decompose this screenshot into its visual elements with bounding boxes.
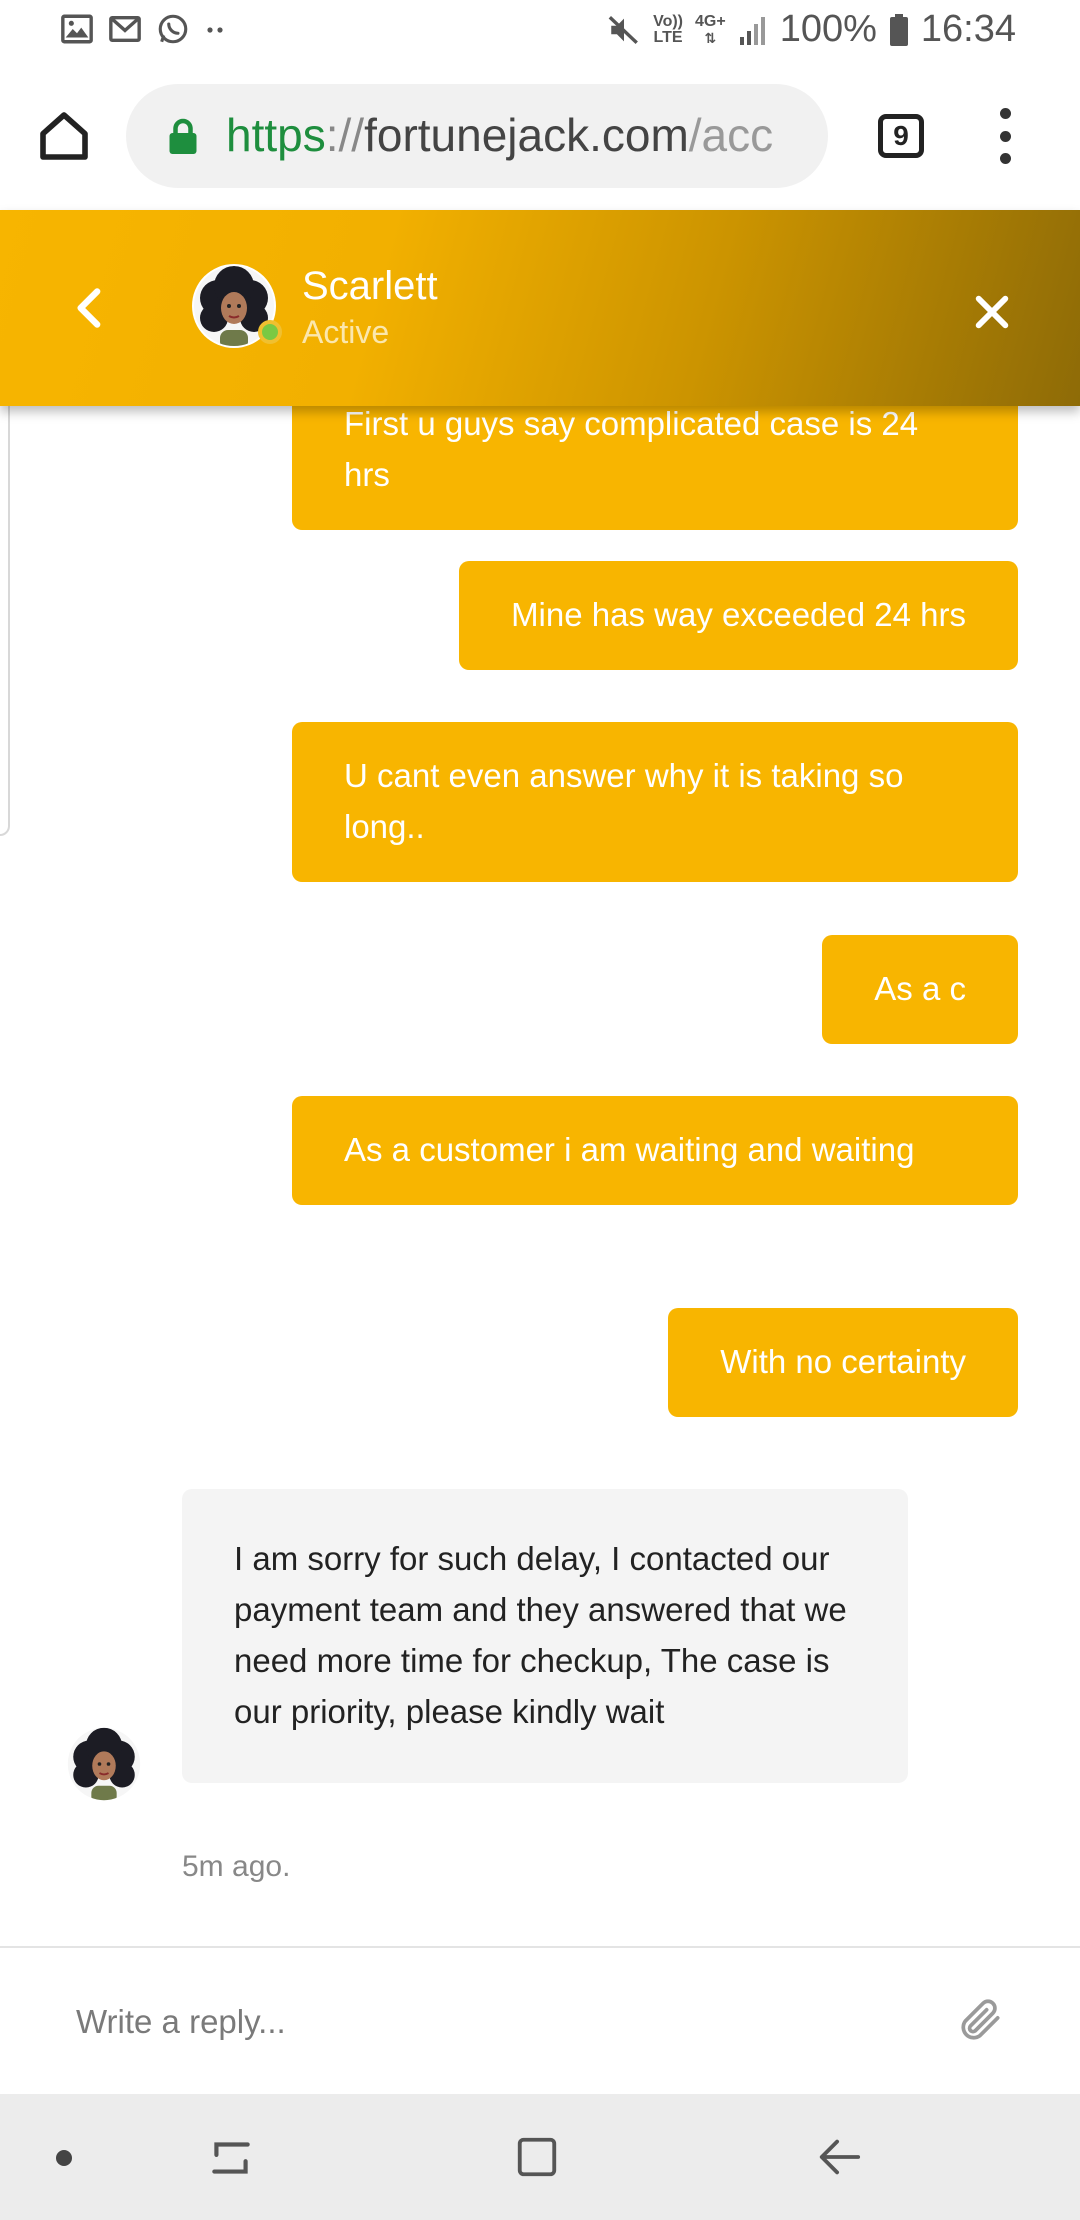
system-icons: Vo)) LTE 4G+ ⇅ 100% 16:34: [607, 8, 1016, 51]
online-indicator: [258, 320, 282, 344]
url-text: https://fortunejack.com/acc: [226, 108, 773, 162]
data-indicator: 4G+ ⇅: [695, 12, 726, 46]
agent-portrait-icon: [67, 1727, 141, 1801]
notification-icons: [60, 12, 228, 46]
reply-input[interactable]: [76, 1994, 876, 2050]
browser-toolbar: https://fortunejack.com/acc 9: [0, 62, 1080, 210]
url-separator: ://: [325, 109, 365, 161]
address-bar[interactable]: https://fortunejack.com/acc: [126, 84, 828, 188]
user-message: U cant even answer why it is taking so l…: [292, 722, 1018, 882]
gallery-icon: [61, 14, 93, 44]
volte-indicator: Vo)) LTE: [653, 12, 684, 46]
user-message: With no certainty: [668, 1308, 1018, 1417]
agent-message: I am sorry for such delay, I contacted o…: [182, 1489, 908, 1783]
recent-apps-icon[interactable]: [206, 2132, 256, 2182]
agent-avatar-small: [66, 1726, 142, 1802]
url-scheme: https: [226, 109, 326, 161]
message-timestamp: 5m ago.: [182, 1850, 291, 1883]
lock-icon: [169, 118, 197, 154]
signal-icon: [739, 16, 765, 45]
back-arrow-icon[interactable]: [70, 286, 106, 330]
reply-bar: [0, 1946, 1080, 2094]
back-nav-icon[interactable]: [814, 2134, 864, 2180]
nav-dot-icon[interactable]: [56, 2150, 72, 2166]
tab-switcher-button[interactable]: 9: [878, 114, 924, 158]
home-icon[interactable]: [36, 108, 92, 164]
agent-status: Active: [302, 314, 390, 350]
more-notifications-icon: [207, 27, 223, 33]
url-host: fortunejack.com: [364, 109, 689, 161]
agent-avatar: [192, 264, 282, 348]
clock: 16:34: [920, 8, 1016, 50]
battery-percent: 100%: [779, 8, 877, 50]
agent-name: Scarlett: [302, 264, 438, 308]
paperclip-icon[interactable]: [956, 1992, 1006, 2048]
whatsapp-icon: [158, 14, 188, 44]
chat-messages[interactable]: First u guys say complicated case is 24 …: [0, 406, 1080, 1946]
gmail-icon: [109, 15, 141, 43]
status-bar: Vo)) LTE 4G+ ⇅ 100% 16:34: [0, 0, 1080, 62]
system-nav-bar: [0, 2094, 1080, 2220]
user-message: As a c: [822, 935, 1018, 1044]
chat-header: Scarlett Active: [0, 210, 1080, 406]
mute-icon: [608, 15, 639, 44]
browser-menu-button[interactable]: [990, 108, 1020, 164]
user-message: Mine has way exceeded 24 hrs: [459, 561, 1018, 670]
side-panel-edge: [0, 406, 10, 836]
close-icon[interactable]: [972, 292, 1012, 332]
url-path: /acc: [688, 109, 774, 161]
home-square-icon[interactable]: [514, 2134, 560, 2180]
battery-icon: [889, 13, 908, 46]
user-message: As a customer i am waiting and waiting: [292, 1096, 1018, 1205]
user-message: First u guys say complicated case is 24 …: [292, 406, 1018, 530]
